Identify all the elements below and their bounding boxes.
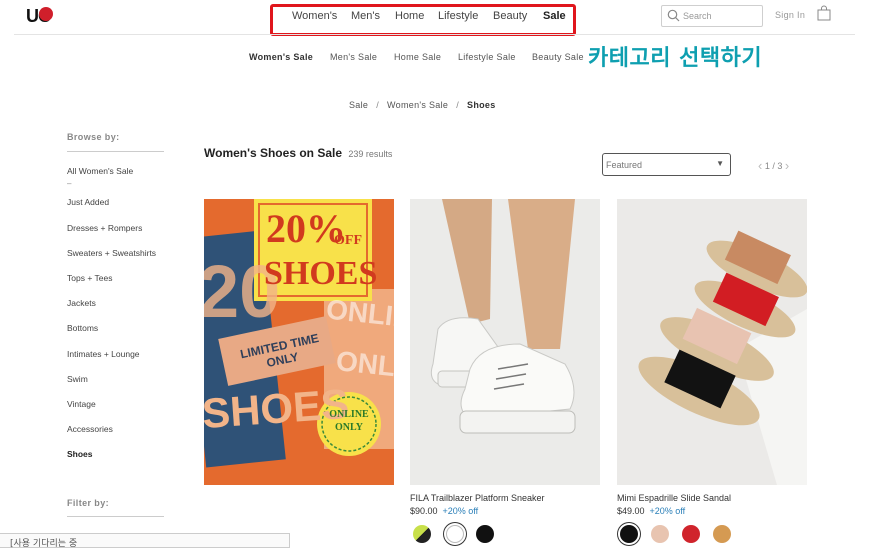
product-image-fila-sneaker[interactable] — [410, 199, 600, 485]
search-icon — [667, 9, 680, 22]
results-heading: Women's Shoes on Sale 239 results — [204, 146, 392, 160]
price-value: $90.00 — [410, 506, 438, 516]
sidebar-divider — [67, 151, 164, 152]
sign-in-link[interactable]: Sign In — [775, 10, 805, 20]
price-value: $49.00 — [617, 506, 645, 516]
results-title: Women's Shoes on Sale — [204, 146, 342, 160]
sandal-image — [617, 199, 807, 485]
browser-status-bar: [사용 기다리는 중 — [0, 533, 290, 548]
sidebar-item-intimates[interactable]: Intimates + Lounge — [67, 349, 140, 359]
promo-headline-shoes: SHOES — [264, 255, 378, 292]
color-swatch-white[interactable] — [446, 525, 464, 543]
brand-logo[interactable]: UO — [26, 6, 56, 26]
color-swatch-lime[interactable] — [413, 525, 431, 543]
promo-banner[interactable]: 20 ONLINE ONLY 20% OFF SHOES LIMITED TIM… — [204, 199, 394, 485]
nav-mens[interactable]: Men's — [351, 10, 380, 22]
subnav-lifestyle-sale[interactable]: Lifestyle Sale — [458, 52, 516, 62]
nav-womens[interactable]: Women's — [292, 10, 337, 22]
sidebar-item-all-womens-sale[interactable]: All Women's Sale — [67, 166, 133, 176]
sort-dropdown[interactable]: Featured ▼ — [602, 153, 731, 176]
chevron-down-icon: ▼ — [716, 159, 724, 168]
nav-lifestyle[interactable]: Lifestyle — [438, 10, 478, 22]
sort-selected-value: Featured — [606, 160, 643, 170]
sidebar-item-just-added[interactable]: Just Added — [67, 197, 109, 207]
breadcrumb-sale[interactable]: Sale — [349, 100, 368, 110]
promo-badge-only: ONLY — [335, 422, 363, 433]
breadcrumb-womens-sale[interactable]: Women's Sale — [387, 100, 448, 110]
color-swatch-red[interactable] — [682, 525, 700, 543]
breadcrumb: Sale / Women's Sale / Shoes — [349, 100, 496, 110]
color-swatch-tan[interactable] — [713, 525, 731, 543]
sneaker-image — [410, 199, 600, 485]
nav-home[interactable]: Home — [395, 10, 424, 22]
sidebar-dash: – — [67, 179, 72, 188]
discount-label: +20% off — [442, 506, 479, 516]
color-swatch-blush[interactable] — [651, 525, 669, 543]
product-price: $90.00 +20% off — [410, 506, 478, 516]
sidebar-item-shoes[interactable]: Shoes — [67, 449, 93, 459]
subnav-beauty-sale[interactable]: Beauty Sale — [532, 52, 584, 62]
chevron-right-icon[interactable]: › — [785, 158, 789, 173]
browse-by-heading: Browse by: — [67, 132, 120, 142]
product-name[interactable]: Mimi Espadrille Slide Sandal — [617, 493, 731, 503]
logo-mark-icon — [39, 7, 53, 21]
results-count: 239 results — [348, 149, 393, 159]
sidebar-item-jackets[interactable]: Jackets — [67, 298, 96, 308]
subnav-home-sale[interactable]: Home Sale — [394, 52, 441, 62]
sidebar-item-bottoms[interactable]: Bottoms — [67, 323, 98, 333]
header-divider — [14, 34, 855, 35]
discount-label: +20% off — [649, 506, 686, 516]
chevron-left-icon[interactable]: ‹ — [758, 158, 762, 173]
pagination: ‹ 1 / 3 › — [758, 157, 789, 173]
product-name[interactable]: FILA Trailblazer Platform Sneaker — [410, 493, 545, 503]
promo-badge-online: ONLINE — [329, 409, 369, 420]
status-text: [사용 기다리는 중 — [10, 539, 78, 548]
shopping-bag-icon[interactable] — [817, 5, 831, 21]
promo-headline-off: OFF — [334, 233, 362, 248]
search-input[interactable]: Search — [661, 5, 763, 27]
annotation-label: 카테고리 선택하기 — [588, 46, 763, 71]
sidebar-item-sweaters[interactable]: Sweaters + Sweatshirts — [67, 248, 156, 258]
sidebar-item-swim[interactable]: Swim — [67, 374, 88, 384]
nav-sale[interactable]: Sale — [543, 10, 566, 22]
color-swatch-black[interactable] — [620, 525, 638, 543]
sidebar-item-accessories[interactable]: Accessories — [67, 424, 113, 434]
subnav-mens-sale[interactable]: Men's Sale — [330, 52, 377, 62]
sidebar-item-vintage[interactable]: Vintage — [67, 399, 96, 409]
color-swatch-black[interactable] — [476, 525, 494, 543]
filter-by-heading: Filter by: — [67, 498, 110, 508]
search-placeholder: Search — [683, 11, 712, 21]
sidebar-item-tops[interactable]: Tops + Tees — [67, 273, 112, 283]
subnav-womens-sale[interactable]: Women's Sale — [249, 52, 313, 62]
nav-beauty[interactable]: Beauty — [493, 10, 527, 22]
sidebar-item-dresses[interactable]: Dresses + Rompers — [67, 223, 142, 233]
product-price: $49.00 +20% off — [617, 506, 685, 516]
filter-divider — [67, 516, 164, 517]
breadcrumb-current: Shoes — [467, 100, 496, 110]
page-indicator: 1 / 3 — [764, 161, 783, 171]
product-image-espadrille-sandal[interactable] — [617, 199, 807, 485]
